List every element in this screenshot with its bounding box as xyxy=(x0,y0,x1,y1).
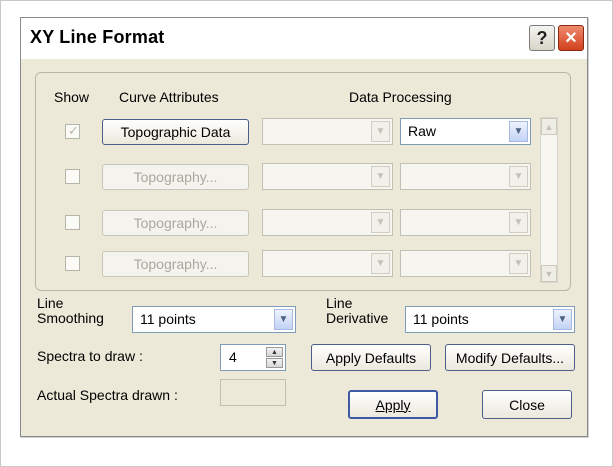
chevron-down-icon[interactable]: ▼ xyxy=(509,253,528,274)
curve-attributes-button-2[interactable]: Topography... xyxy=(102,164,249,190)
stepper-arrows[interactable]: ▲ ▼ xyxy=(266,347,283,368)
chevron-down-icon[interactable]: ▼ xyxy=(371,121,390,142)
close-window-button[interactable]: × xyxy=(558,25,584,51)
data-source-select-2[interactable]: ▼ xyxy=(262,163,393,190)
data-processing-select-1[interactable]: Raw ▼ xyxy=(400,118,531,145)
data-processing-select-3[interactable]: ▼ xyxy=(400,209,531,236)
data-source-select-4[interactable]: ▼ xyxy=(262,250,393,277)
data-processing-value-1: Raw xyxy=(408,123,437,139)
line-smoothing-select[interactable]: 11 points ▼ xyxy=(132,306,296,333)
chevron-down-icon[interactable]: ▼ xyxy=(274,309,293,330)
modify-defaults-button[interactable]: Modify Defaults... xyxy=(445,344,575,371)
chevron-down-icon[interactable]: ▼ xyxy=(371,166,390,187)
line-derivative-select[interactable]: 11 points ▼ xyxy=(405,306,575,333)
show-checkbox-1[interactable]: ✓ xyxy=(65,123,80,139)
actual-spectra-label: Actual Spectra drawn : xyxy=(37,387,178,403)
xy-line-format-dialog: XY Line Format ? × Show Curve Attributes… xyxy=(20,17,588,437)
data-processing-select-4[interactable]: ▼ xyxy=(400,250,531,277)
title-bar[interactable]: XY Line Format ? × xyxy=(21,18,587,59)
chevron-down-icon[interactable]: ▼ xyxy=(509,121,528,142)
show-checkbox-2[interactable] xyxy=(65,169,80,184)
chevron-down-icon[interactable]: ▼ xyxy=(371,253,390,274)
dialog-title: XY Line Format xyxy=(30,27,165,47)
data-source-select-1[interactable]: ▼ xyxy=(262,118,393,145)
show-checkbox-3[interactable] xyxy=(65,215,80,230)
close-icon: × xyxy=(565,26,577,49)
show-checkbox-4[interactable] xyxy=(65,256,80,271)
stepper-down-icon[interactable]: ▼ xyxy=(266,358,283,368)
line-smoothing-value: 11 points xyxy=(140,311,196,327)
show-header: Show xyxy=(54,89,90,105)
curve-attributes-button-1[interactable]: Topographic Data xyxy=(102,119,249,145)
help-icon: ? xyxy=(536,27,548,48)
spectra-to-draw-stepper[interactable]: 4 ▲ ▼ xyxy=(220,344,286,371)
scroll-down-icon[interactable]: ▼ xyxy=(541,265,557,282)
line-smoothing-label-line2: Smoothing xyxy=(37,310,104,326)
apply-button[interactable]: Apply xyxy=(348,390,438,419)
data-processing-header: Data Processing xyxy=(349,89,452,105)
apply-defaults-button[interactable]: Apply Defaults xyxy=(311,344,431,371)
line-smoothing-label: Line Smoothing xyxy=(37,296,104,326)
spectra-to-draw-value: 4 xyxy=(229,349,237,365)
curve-attributes-button-4[interactable]: Topography... xyxy=(102,251,249,277)
stepper-up-icon[interactable]: ▲ xyxy=(266,347,283,357)
checkmark-icon: ✓ xyxy=(68,123,79,138)
curve-attributes-button-3[interactable]: Topography... xyxy=(102,210,249,236)
chevron-down-icon[interactable]: ▼ xyxy=(509,212,528,233)
data-source-select-3[interactable]: ▼ xyxy=(262,209,393,236)
line-derivative-label-line2: Derivative xyxy=(326,310,389,326)
chevron-down-icon[interactable]: ▼ xyxy=(509,166,528,187)
line-smoothing-label-line1: Line xyxy=(37,295,64,311)
scroll-up-icon[interactable]: ▲ xyxy=(541,118,557,135)
line-derivative-label-line1: Line xyxy=(326,295,353,311)
actual-spectra-field xyxy=(220,379,286,406)
curve-attributes-header: Curve Attributes xyxy=(119,89,219,105)
chevron-down-icon[interactable]: ▼ xyxy=(553,309,572,330)
apply-button-label: Apply xyxy=(375,396,411,413)
chevron-down-icon[interactable]: ▼ xyxy=(371,212,390,233)
rows-scrollbar[interactable]: ▲ ▼ xyxy=(540,117,558,283)
close-button[interactable]: Close xyxy=(482,390,572,419)
spectra-to-draw-label: Spectra to draw : xyxy=(37,348,143,364)
line-derivative-label: Line Derivative xyxy=(326,296,388,326)
data-processing-select-2[interactable]: ▼ xyxy=(400,163,531,190)
line-derivative-value: 11 points xyxy=(413,311,469,327)
help-button[interactable]: ? xyxy=(529,25,555,51)
